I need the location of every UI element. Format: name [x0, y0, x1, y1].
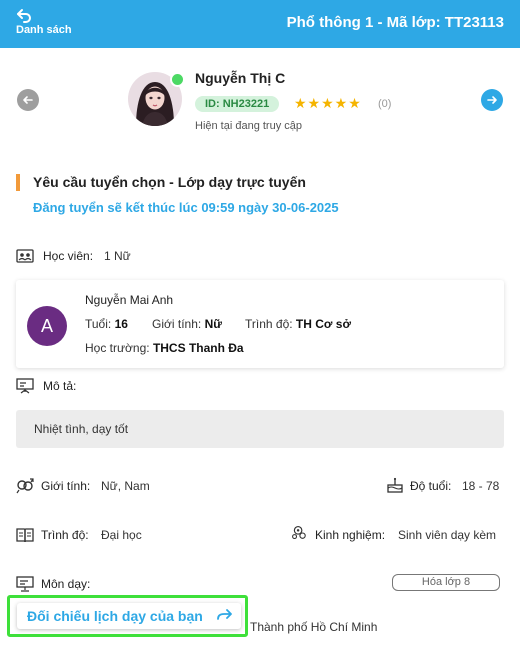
education-level-value: Đại học [101, 528, 142, 542]
experience-icon [292, 526, 306, 540]
gender-icon [16, 478, 34, 494]
online-status: Hiện tại đang truy cập [195, 120, 303, 132]
compare-schedule-button[interactable]: Đối chiếu lịch dạy của bạn [7, 595, 248, 637]
student-icon [16, 249, 34, 263]
request-deadline: Đăng tuyển sẽ kết thúc lúc 09:59 ngày 30… [33, 200, 339, 215]
previous-tutor-button[interactable] [17, 89, 39, 111]
description-box: Nhiệt tình, dạy tốt [16, 410, 504, 448]
book-icon [16, 528, 34, 543]
compare-schedule-label: Đối chiếu lịch dạy của bạn [27, 608, 203, 624]
app-header: Danh sách Phổ thông 1 - Mã lớp: TT23113 [0, 0, 520, 48]
subject-chip: Hóa lớp 8 [392, 574, 500, 591]
student-level: Trình độ: TH Cơ sở [245, 317, 351, 331]
description-label: Mô tả: [43, 379, 77, 393]
arrow-right-icon [487, 96, 497, 104]
subject-icon [16, 576, 34, 592]
back-button[interactable]: Danh sách [16, 8, 86, 40]
back-arrow-icon [17, 9, 31, 23]
request-title: Yêu cầu tuyển chọn - Lớp dạy trực tuyến [33, 174, 306, 190]
page-title: Phổ thông 1 - Mã lớp: TT23113 [286, 14, 504, 31]
rating-count: (0) [378, 98, 392, 110]
student-avatar: A [27, 306, 67, 346]
students-label: Học viên: [43, 249, 94, 263]
tutor-name: Nguyễn Thị C [195, 70, 286, 86]
description-text: Nhiệt tình, dạy tốt [34, 422, 129, 436]
age-label: Độ tuổi: [410, 479, 452, 493]
back-label: Danh sách [16, 24, 72, 36]
experience-value: Sinh viên dạy kèm [398, 528, 497, 542]
star-rating-icon: ★★★★★ [294, 95, 362, 111]
subjects-label: Môn dạy: [41, 577, 91, 591]
tutor-avatar[interactable] [128, 72, 185, 126]
student-gender: Giới tính: Nữ [152, 317, 222, 331]
section-accent-bar [16, 174, 20, 191]
online-indicator [170, 72, 185, 87]
arrow-right-icon [217, 609, 232, 620]
student-age: Tuổi: 16 [85, 317, 128, 331]
arrow-left-icon [23, 96, 33, 104]
education-level-label: Trình độ: [41, 528, 89, 542]
experience-label: Kinh nghiệm: [315, 528, 386, 542]
gender-value: Nữ, Nam [101, 479, 150, 493]
age-value: 18 - 78 [462, 479, 500, 493]
compare-schedule-inner[interactable]: Đối chiếu lịch dạy của bạn [17, 603, 241, 629]
address-text: Thành phố Hồ Chí Minh [250, 620, 378, 634]
tutor-id-badge: ID: NH23221 [195, 96, 280, 112]
students-value: 1 Nữ [104, 249, 131, 263]
birthday-cake-icon [387, 477, 403, 493]
student-name: Nguyễn Mai Anh [85, 293, 174, 307]
next-tutor-button[interactable] [481, 89, 503, 111]
presentation-icon [16, 378, 34, 394]
gender-label: Giới tính: [41, 479, 91, 493]
student-school: Học trường: THCS Thanh Đa [85, 341, 244, 355]
